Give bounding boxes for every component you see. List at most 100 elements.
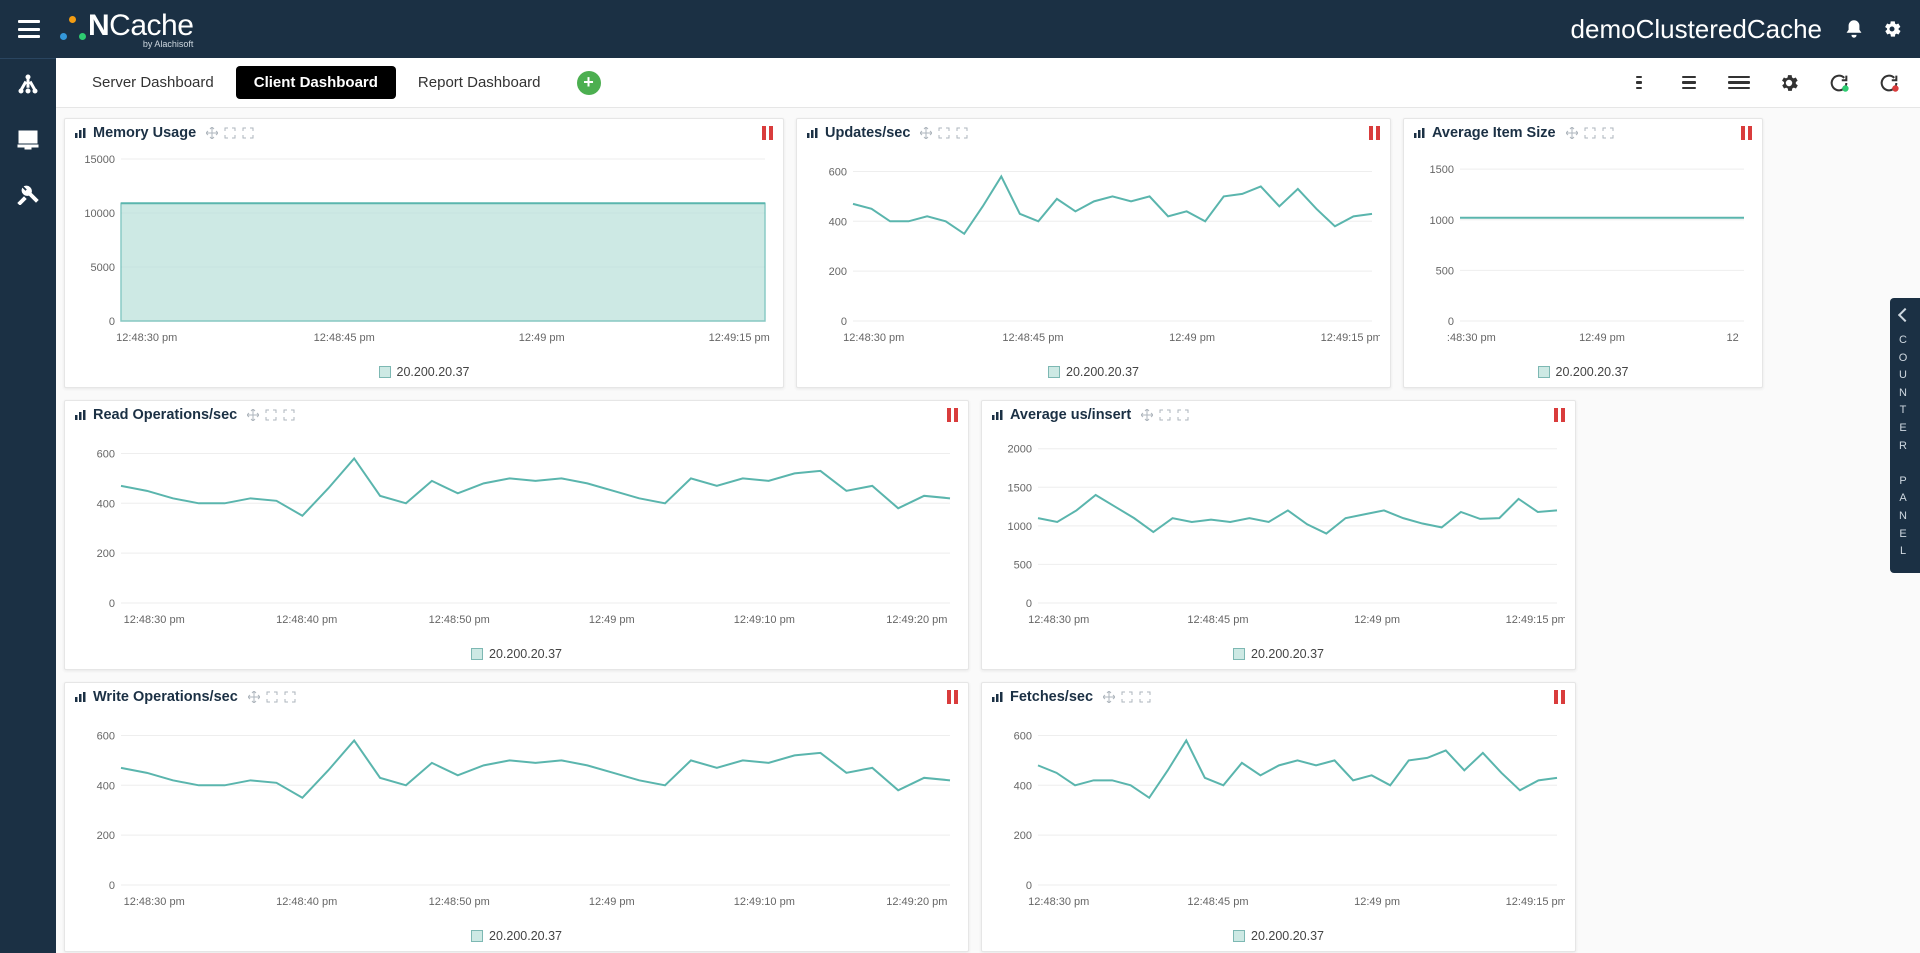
legend-label: 20.200.20.37	[1251, 929, 1324, 943]
svg-text:12:49 pm: 12:49 pm	[1354, 896, 1400, 908]
hamburger-menu-icon[interactable]	[18, 20, 40, 38]
notifications-icon[interactable]	[1844, 19, 1864, 39]
pause-icon[interactable]	[1741, 126, 1752, 140]
panel-title: Write Operations/sec	[93, 689, 238, 705]
left-sidebar	[0, 58, 56, 953]
panel-tools	[1566, 127, 1614, 139]
pause-icon[interactable]	[947, 408, 958, 422]
fullscreen-icon[interactable]	[1139, 691, 1151, 703]
legend-swatch-icon	[1048, 366, 1060, 378]
add-dashboard-button[interactable]: +	[577, 71, 601, 95]
dashboard-grid: Memory Usage 05000100001500012:48:30 pm1…	[56, 108, 1920, 953]
main-area: Server Dashboard Client Dashboard Report…	[56, 58, 1920, 953]
body: Server Dashboard Client Dashboard Report…	[0, 58, 1920, 953]
svg-text:0: 0	[841, 316, 847, 328]
expand-icon[interactable]	[265, 409, 277, 421]
cluster-icon[interactable]	[16, 73, 40, 97]
pause-icon[interactable]	[947, 690, 958, 704]
svg-text:12:48:30 pm: 12:48:30 pm	[843, 332, 904, 344]
bar-chart-icon	[807, 128, 819, 138]
dashboard-row: Write Operations/sec 020040060012:48:30 …	[64, 682, 1910, 952]
svg-text:12:48:45 pm: 12:48:45 pm	[314, 332, 375, 344]
fullscreen-icon[interactable]	[1177, 409, 1189, 421]
pause-icon[interactable]	[1369, 126, 1380, 140]
move-icon[interactable]	[206, 127, 218, 139]
cache-name: demoClusteredCache	[1571, 14, 1822, 45]
svg-text:12:48:30 pm: 12:48:30 pm	[124, 614, 185, 626]
chart-area: 020040060012:48:30 pm12:48:45 pm12:49 pm…	[982, 711, 1575, 925]
refresh-red-icon[interactable]	[1878, 72, 1900, 94]
move-icon[interactable]	[1141, 409, 1153, 421]
counter-panel-toggle[interactable]: COUNTER PANEL	[1890, 298, 1920, 573]
chart-area: 050010001500200012:48:30 pm12:48:45 pm12…	[982, 429, 1575, 643]
top-bar: NCache by Alachisoft demoClusteredCache	[0, 0, 1920, 58]
svg-text:400: 400	[97, 498, 115, 510]
svg-text:12:49:10 pm: 12:49:10 pm	[734, 614, 795, 626]
panel-tools	[247, 409, 295, 421]
legend-label: 20.200.20.37	[1556, 365, 1629, 379]
counter-panel-label: COUNTER PANEL	[1899, 332, 1912, 561]
panel-fetches-sec: Fetches/sec 020040060012:48:30 pm12:48:4…	[981, 682, 1576, 952]
logo-text: NCache by Alachisoft	[88, 9, 193, 49]
dashboard-row: Read Operations/sec 020040060012:48:30 p…	[64, 400, 1910, 670]
dashboard-settings-icon[interactable]	[1778, 72, 1800, 94]
fullscreen-icon[interactable]	[956, 127, 968, 139]
monitor-icon[interactable]	[16, 127, 40, 151]
move-icon[interactable]	[248, 691, 260, 703]
settings-gear-icon[interactable]	[1882, 19, 1902, 39]
bar-chart-icon	[75, 128, 87, 138]
svg-text:400: 400	[1014, 780, 1032, 792]
expand-icon[interactable]	[1121, 691, 1133, 703]
panel-write-ops: Write Operations/sec 020040060012:48:30 …	[64, 682, 969, 952]
fullscreen-icon[interactable]	[284, 691, 296, 703]
panel-memory-usage: Memory Usage 05000100001500012:48:30 pm1…	[64, 118, 784, 388]
move-icon[interactable]	[920, 127, 932, 139]
chart-legend: 20.200.20.37	[982, 925, 1575, 951]
svg-text:0: 0	[109, 880, 115, 892]
columns-1-icon[interactable]	[1628, 72, 1650, 94]
move-icon[interactable]	[247, 409, 259, 421]
svg-text:0: 0	[109, 598, 115, 610]
tools-icon[interactable]	[16, 181, 40, 205]
fullscreen-icon[interactable]	[1602, 127, 1614, 139]
chart-legend: 20.200.20.37	[65, 643, 968, 669]
chart-area: 020040060012:48:30 pm12:48:40 pm12:48:50…	[65, 429, 968, 643]
topbar-actions	[1844, 19, 1902, 39]
pause-icon[interactable]	[1554, 690, 1565, 704]
move-icon[interactable]	[1103, 691, 1115, 703]
expand-icon[interactable]	[1584, 127, 1596, 139]
svg-text:10000: 10000	[84, 208, 115, 220]
expand-icon[interactable]	[1159, 409, 1171, 421]
panel-tools	[206, 127, 254, 139]
expand-icon[interactable]	[266, 691, 278, 703]
fullscreen-icon[interactable]	[283, 409, 295, 421]
expand-icon[interactable]	[938, 127, 950, 139]
panel-header: Write Operations/sec	[65, 683, 968, 711]
columns-3-icon[interactable]	[1728, 72, 1750, 94]
svg-text:12:48:45 pm: 12:48:45 pm	[1187, 896, 1248, 908]
chart-legend: 20.200.20.37	[65, 925, 968, 951]
tab-server-dashboard[interactable]: Server Dashboard	[74, 66, 232, 99]
panel-tools	[248, 691, 296, 703]
svg-text:12:49 pm: 12:49 pm	[589, 896, 635, 908]
svg-text:0: 0	[109, 316, 115, 328]
pause-icon[interactable]	[762, 126, 773, 140]
expand-icon[interactable]	[224, 127, 236, 139]
tab-report-dashboard[interactable]: Report Dashboard	[400, 66, 559, 99]
tab-client-dashboard[interactable]: Client Dashboard	[236, 66, 396, 99]
panel-tools	[1103, 691, 1151, 703]
refresh-green-icon[interactable]	[1828, 72, 1850, 94]
svg-text:1500: 1500	[1008, 482, 1032, 494]
columns-2-icon[interactable]	[1678, 72, 1700, 94]
fullscreen-icon[interactable]	[242, 127, 254, 139]
pause-icon[interactable]	[1554, 408, 1565, 422]
svg-text:12: 12	[1727, 332, 1739, 344]
move-icon[interactable]	[1566, 127, 1578, 139]
svg-text:500: 500	[1014, 559, 1032, 571]
svg-text:0: 0	[1026, 598, 1032, 610]
legend-swatch-icon	[1233, 648, 1245, 660]
svg-text:12:48:45 pm: 12:48:45 pm	[1187, 614, 1248, 626]
panel-header: Updates/sec	[797, 119, 1390, 147]
svg-text:2000: 2000	[1008, 444, 1032, 456]
svg-text:200: 200	[97, 548, 115, 560]
